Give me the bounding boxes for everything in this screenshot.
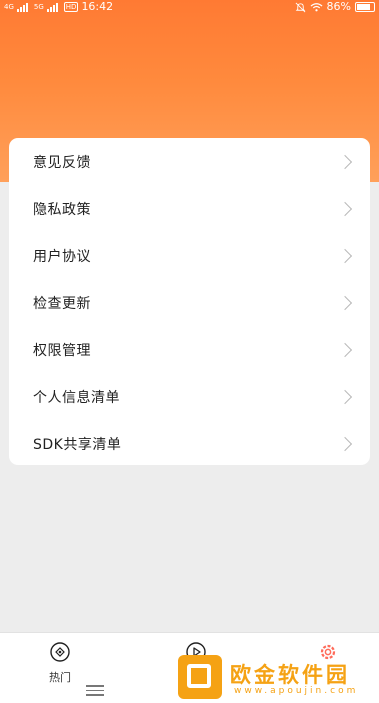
bell-mute-icon — [295, 2, 305, 12]
watermark-title: 欧金软件园 — [230, 663, 350, 687]
network-4g: 4G — [4, 2, 14, 11]
menu-item-label: 意见反馈 — [33, 154, 91, 171]
menu-item-permissions[interactable]: 权限管理 — [9, 326, 370, 373]
tab-hot[interactable]: 热门 — [30, 641, 90, 685]
menu-item-personal-info-list[interactable]: 个人信息清单 — [9, 373, 370, 420]
watermark-logo — [178, 655, 222, 699]
menu-item-label: 隐私政策 — [33, 201, 91, 218]
menu-item-label: 检查更新 — [33, 295, 91, 312]
menu-item-privacy-policy[interactable]: 隐私政策 — [9, 185, 370, 232]
chevron-right-icon — [337, 342, 353, 357]
wifi-icon — [310, 3, 323, 12]
watermark: 欧金软件园 www.apoujin.com — [178, 651, 376, 702]
menu-item-label: 用户协议 — [33, 248, 91, 265]
hd-badge: HD — [63, 2, 79, 12]
signal-icon — [16, 2, 31, 12]
status-bar: 4G 5G HD 16:42 86% — [0, 0, 379, 14]
chevron-right-icon — [337, 295, 353, 310]
settings-menu-card: 意见反馈 隐私政策 用户协议 检查更新 权限管理 个人信息清单 SDK共享清单 — [9, 138, 370, 465]
menu-item-sdk-share-list[interactable]: SDK共享清单 — [9, 420, 370, 467]
chevron-right-icon — [337, 154, 353, 169]
menu-item-label: SDK共享清单 — [33, 436, 122, 453]
signal-icon-2 — [46, 2, 61, 12]
status-time: 16:42 — [81, 0, 114, 13]
network-5g: 5G — [33, 2, 44, 11]
menu-item-label: 个人信息清单 — [33, 389, 120, 406]
compass-icon — [50, 642, 70, 662]
menu-item-check-update[interactable]: 检查更新 — [9, 279, 370, 326]
battery-icon — [355, 2, 375, 12]
tab-hot-label: 热门 — [49, 671, 71, 684]
menu-item-feedback[interactable]: 意见反馈 — [9, 138, 370, 185]
chevron-right-icon — [337, 389, 353, 404]
chevron-right-icon — [337, 248, 353, 263]
nav-menu-icon[interactable] — [86, 685, 104, 696]
status-right: 86% — [295, 0, 375, 14]
menu-item-label: 权限管理 — [33, 342, 91, 359]
watermark-url: www.apoujin.com — [234, 686, 359, 696]
battery-percent: 86% — [326, 0, 351, 13]
chevron-right-icon — [337, 436, 353, 451]
status-left: 4G 5G HD 16:42 — [4, 0, 113, 14]
menu-item-user-agreement[interactable]: 用户协议 — [9, 232, 370, 279]
chevron-right-icon — [337, 201, 353, 216]
